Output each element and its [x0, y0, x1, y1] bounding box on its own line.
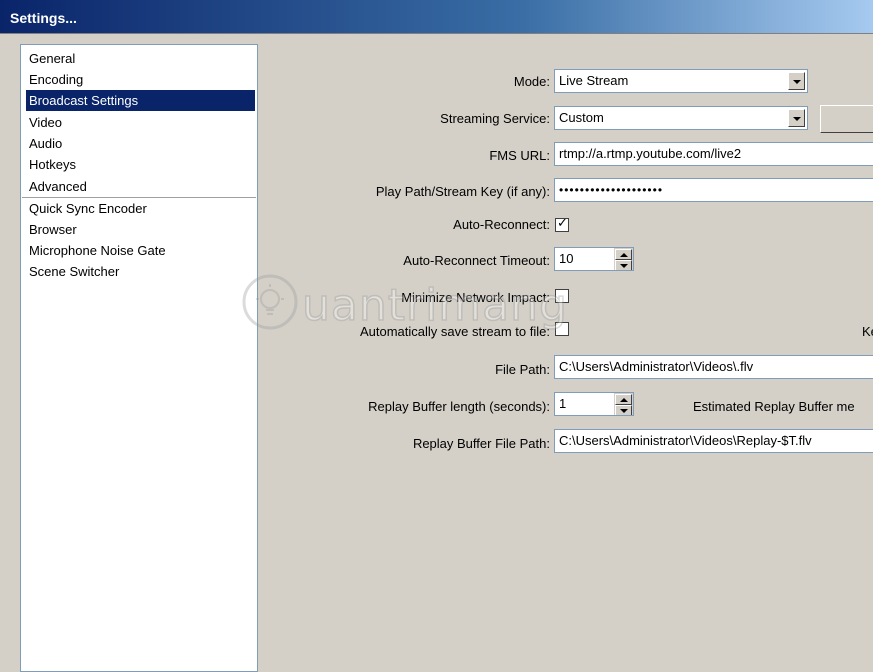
- mode-value: Live Stream: [559, 73, 629, 88]
- auto-reconnect-checkbox[interactable]: ✓: [555, 216, 569, 232]
- chevron-down-icon[interactable]: [788, 109, 805, 127]
- arrow-down-icon[interactable]: [615, 405, 632, 415]
- checkmark-icon: ✓: [557, 216, 568, 231]
- auto-reconnect-timeout-stepper[interactable]: 10: [554, 247, 634, 271]
- file-path-label: File Path:: [495, 362, 550, 377]
- settings-window: Settings... General Encoding Broadcast S…: [0, 0, 873, 672]
- sidebar-item-hotkeys[interactable]: Hotkeys: [26, 154, 255, 175]
- stream-key-label: Play Path/Stream Key (if any):: [375, 184, 550, 199]
- streaming-service-label: Streaming Service:: [440, 111, 550, 126]
- minimize-network-impact-label: Minimize Network Impact:: [401, 290, 550, 305]
- replay-buffer-length-value: 1: [559, 396, 567, 411]
- arrow-up-icon[interactable]: [615, 394, 632, 405]
- sidebar-item-general[interactable]: General: [26, 48, 255, 69]
- auto-reconnect-timeout-label: Auto-Reconnect Timeout:: [403, 253, 550, 268]
- sidebar-item-video[interactable]: Video: [26, 112, 255, 133]
- window-title: Settings...: [10, 10, 77, 26]
- arrow-down-icon[interactable]: [615, 260, 632, 270]
- replay-buffer-file-path-label: Replay Buffer File Path:: [412, 436, 550, 451]
- replay-buffer-length-label: Replay Buffer length (seconds):: [368, 399, 550, 414]
- sidebar-item-audio[interactable]: Audio: [26, 133, 255, 154]
- auto-reconnect-timeout-value: 10: [559, 251, 574, 266]
- mode-label: Mode:: [513, 74, 550, 89]
- estimated-replay-buffer-label: Estimated Replay Buffer me: [693, 399, 855, 414]
- stream-key-input[interactable]: ••••••••••••••••••••: [554, 178, 873, 202]
- spin-control: [614, 248, 633, 270]
- auto-save-stream-label: Automatically save stream to file:: [359, 324, 550, 339]
- title-bar[interactable]: Settings...: [0, 0, 873, 34]
- auto-save-stream-checkbox[interactable]: [555, 322, 569, 336]
- sidebar-item-advanced[interactable]: Advanced: [26, 176, 255, 197]
- fms-url-label: FMS URL:: [489, 148, 550, 163]
- service-options-button[interactable]: [820, 105, 873, 133]
- fms-url-input[interactable]: rtmp://a.rtmp.youtube.com/live2: [554, 142, 873, 166]
- auto-reconnect-label: Auto-Reconnect:: [453, 217, 550, 232]
- sidebar-item-broadcast-settings[interactable]: Broadcast Settings: [26, 90, 255, 111]
- sidebar-item-encoding[interactable]: Encoding: [26, 69, 255, 90]
- arrow-up-icon[interactable]: [615, 249, 632, 260]
- settings-category-list[interactable]: General Encoding Broadcast Settings Vide…: [20, 44, 258, 672]
- sidebar-item-microphone-noise-gate[interactable]: Microphone Noise Gate: [26, 240, 255, 261]
- replay-buffer-file-path-input[interactable]: C:\Users\Administrator\Videos\Replay-$T.…: [554, 429, 873, 453]
- sidebar-item-quick-sync-encoder[interactable]: Quick Sync Encoder: [26, 198, 255, 219]
- streaming-service-select[interactable]: Custom: [554, 106, 808, 130]
- sidebar-item-scene-switcher[interactable]: Scene Switcher: [26, 261, 255, 282]
- sidebar-item-browser[interactable]: Browser: [26, 219, 255, 240]
- replay-buffer-length-stepper[interactable]: 1: [554, 392, 634, 416]
- file-path-input[interactable]: C:\Users\Administrator\Videos\.flv: [554, 355, 873, 379]
- keep-recording-label: Ke: [862, 324, 873, 339]
- chevron-down-icon[interactable]: [788, 72, 805, 90]
- mode-select[interactable]: Live Stream: [554, 69, 808, 93]
- minimize-network-impact-checkbox[interactable]: [555, 289, 569, 303]
- streaming-service-value: Custom: [559, 110, 604, 125]
- spin-control: [614, 393, 633, 415]
